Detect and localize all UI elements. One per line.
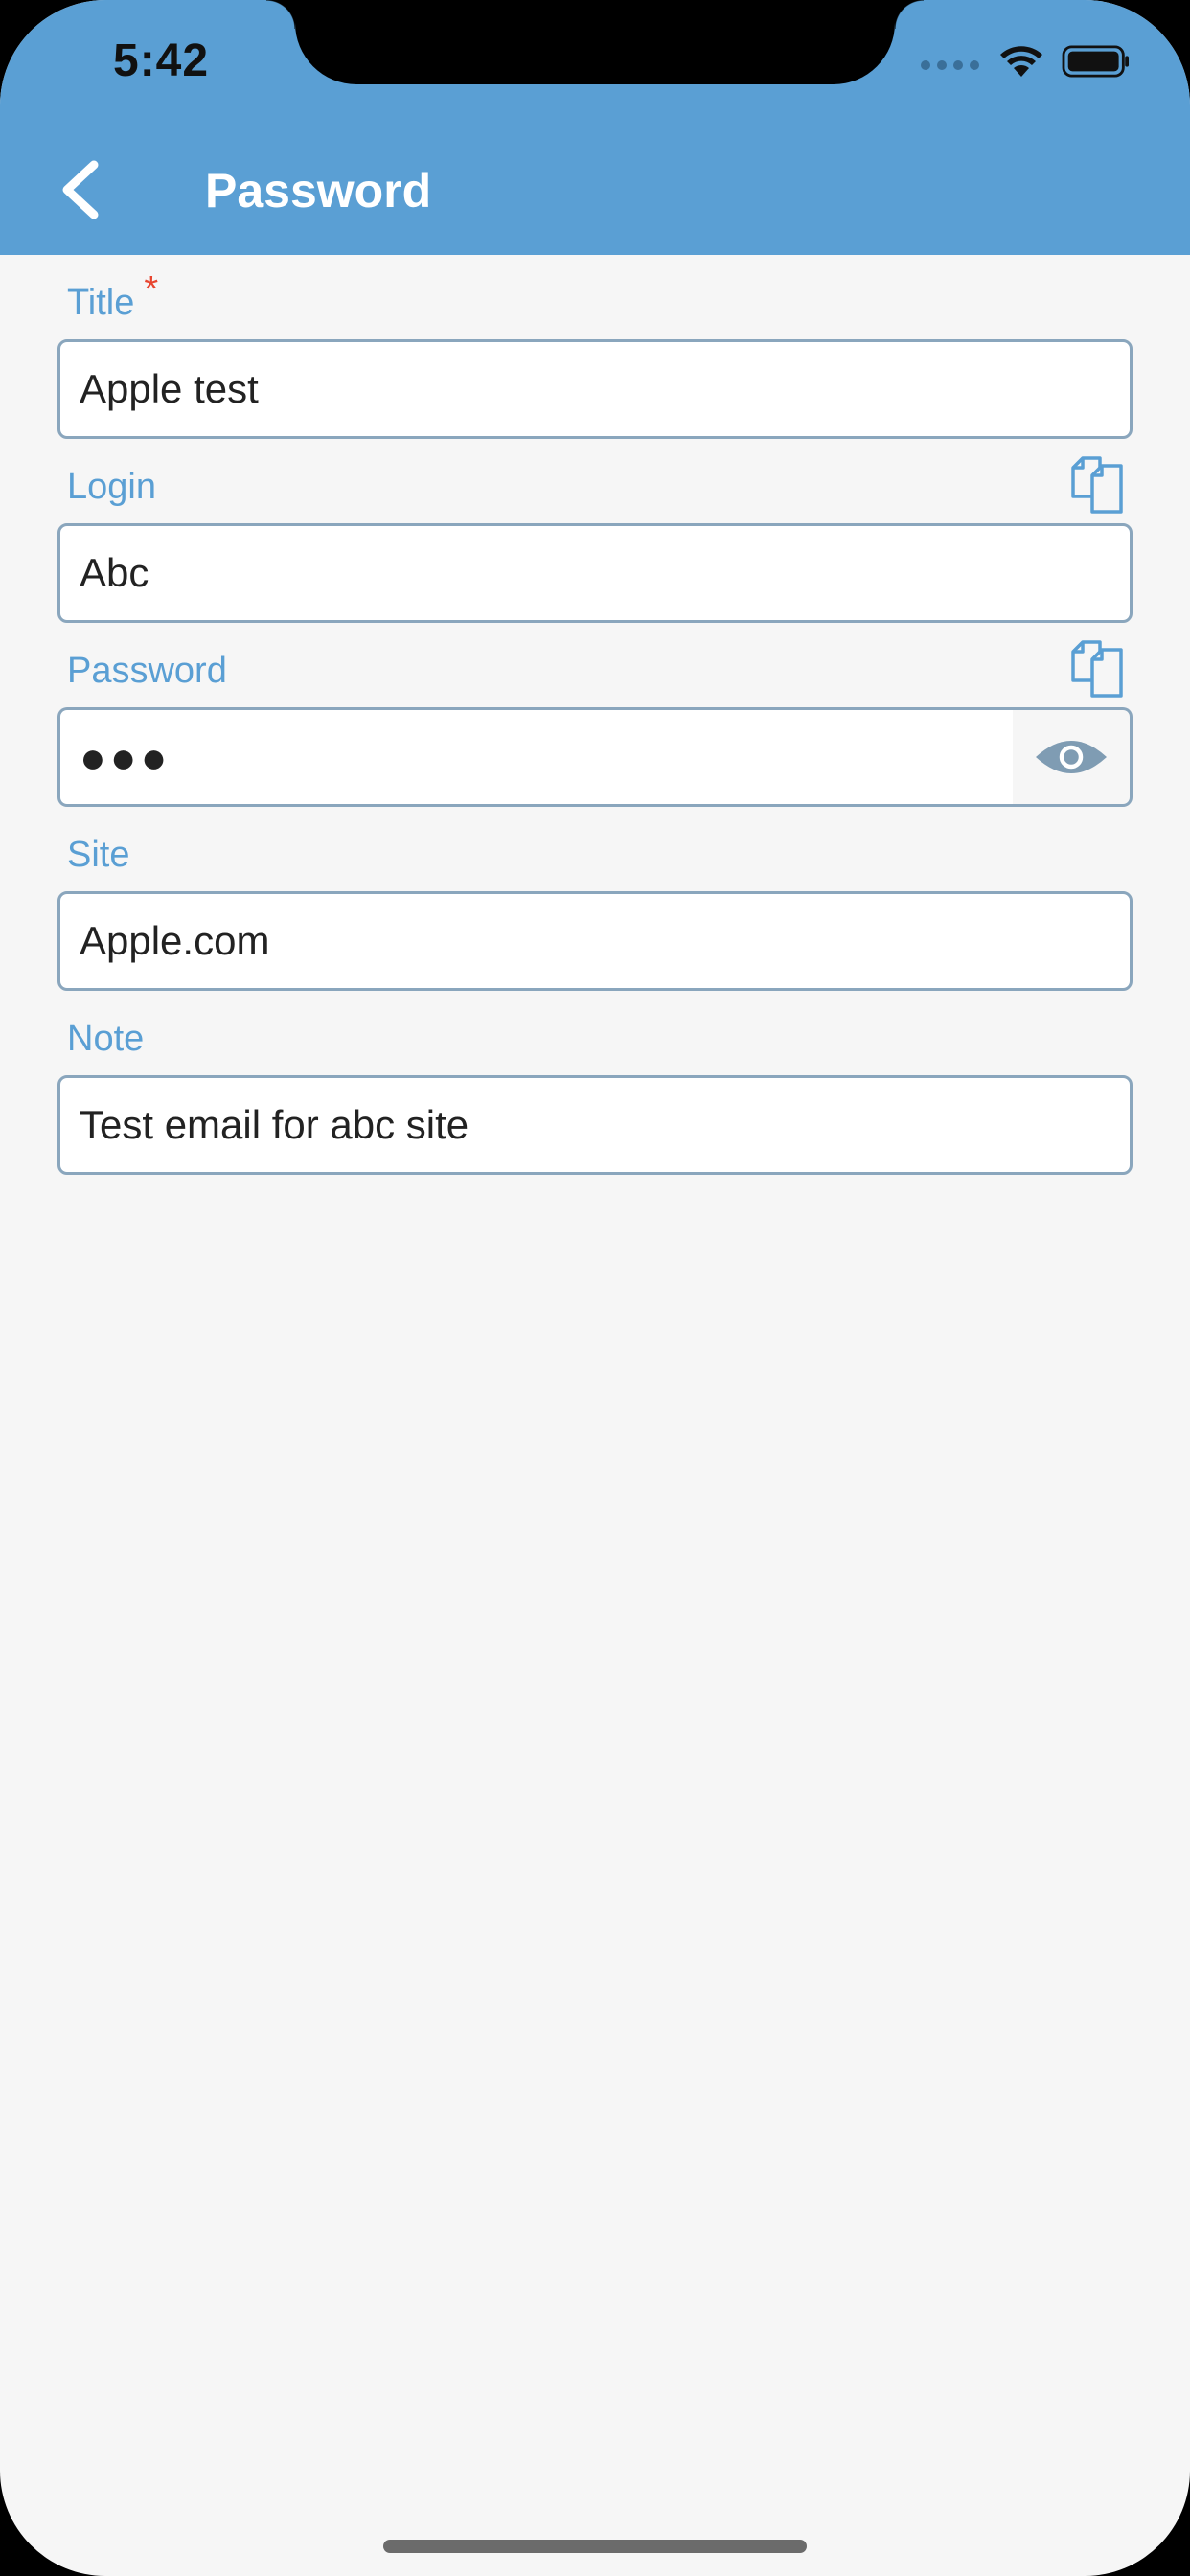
status-time: 5:42 (113, 35, 210, 86)
title-label-row: Title * (57, 255, 1133, 339)
site-label: Site (67, 835, 130, 875)
copy-login-button[interactable] (1067, 456, 1127, 516)
note-label-row: Note (57, 991, 1133, 1075)
password-field: ●●● (57, 707, 1133, 807)
login-label-row: Login (57, 439, 1133, 523)
title-label: Title * (67, 269, 158, 324)
login-input[interactable]: Abc (57, 523, 1133, 623)
back-button[interactable] (52, 151, 109, 228)
home-indicator[interactable] (383, 2540, 807, 2553)
cellular-signal-icon (921, 60, 979, 70)
status-icons (921, 44, 1131, 79)
copy-password-button[interactable] (1067, 640, 1127, 700)
site-input[interactable]: Apple.com (57, 891, 1133, 991)
password-input-value: ●●● (80, 732, 172, 782)
password-label-row: Password (57, 623, 1133, 707)
login-label: Login (67, 467, 156, 507)
site-label-row: Site (57, 807, 1133, 891)
note-input-value: Test email for abc site (80, 1102, 469, 1147)
password-form: Title * Apple test Login Abc Password ●●… (57, 255, 1133, 1175)
device-notch (266, 0, 924, 84)
required-mark: * (144, 269, 159, 310)
note-label: Note (67, 1019, 145, 1059)
password-label: Password (67, 651, 227, 691)
note-input[interactable]: Test email for abc site (57, 1075, 1133, 1175)
toggle-password-visibility-button[interactable] (1013, 707, 1133, 807)
wifi-icon (1000, 46, 1042, 77)
chevron-left-icon (62, 160, 99, 219)
copy-icon (1071, 640, 1123, 698)
login-input-value: Abc (80, 550, 149, 595)
title-label-text: Title (67, 283, 135, 323)
title-input[interactable]: Apple test (57, 339, 1133, 439)
eye-icon (1036, 741, 1107, 773)
battery-icon (1062, 45, 1129, 78)
password-input[interactable]: ●●● (57, 707, 1016, 807)
title-input-value: Apple test (80, 366, 259, 411)
site-input-value: Apple.com (80, 918, 270, 963)
app-screen: 5:42 Password Title * Apple test Login A… (0, 0, 1190, 2576)
header: 5:42 Password (0, 0, 1190, 255)
copy-icon (1071, 456, 1123, 514)
page-title: Password (205, 164, 432, 218)
